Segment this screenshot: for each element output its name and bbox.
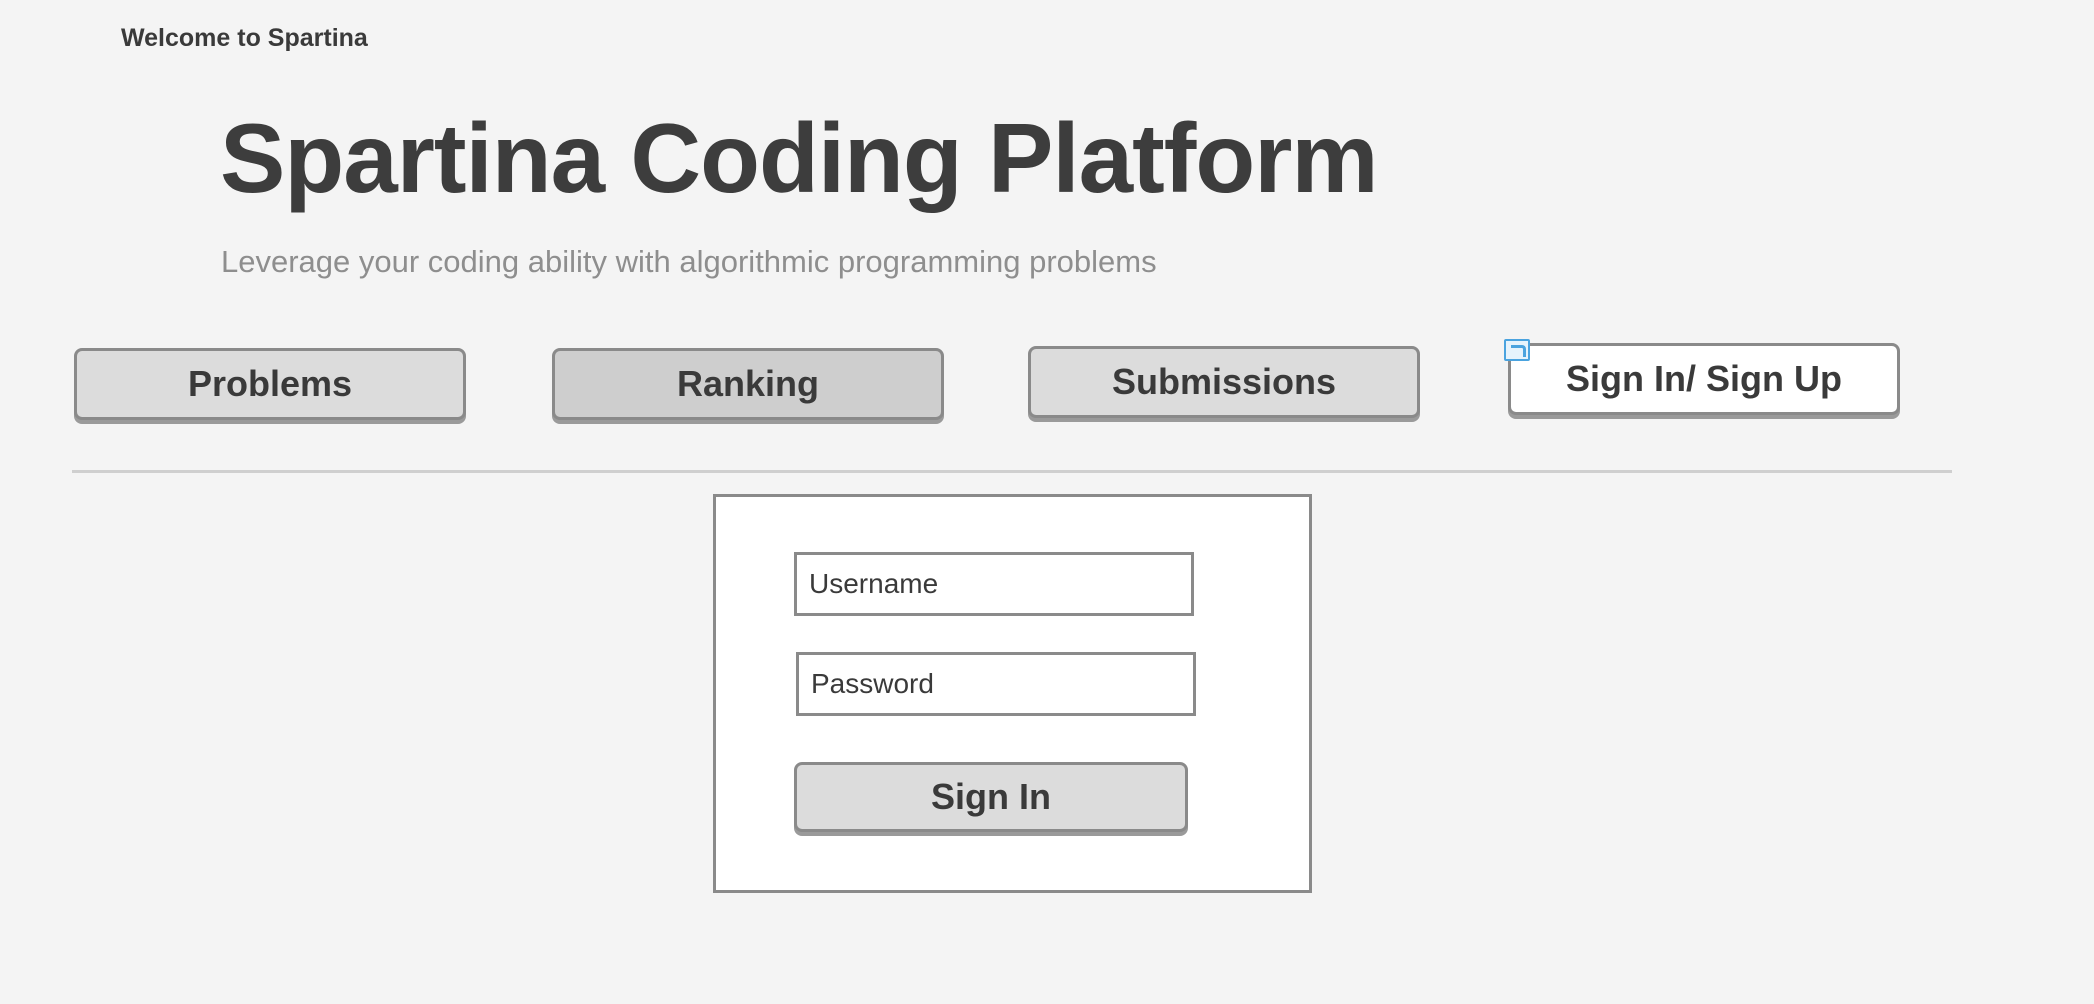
- problems-button[interactable]: Problems: [74, 348, 466, 420]
- page-title: Spartina Coding Platform: [220, 103, 1379, 213]
- login-panel: Sign In: [713, 494, 1312, 893]
- welcome-text: Welcome to Spartina: [121, 24, 368, 52]
- signin-signup-button[interactable]: Sign In/ Sign Up: [1508, 343, 1900, 415]
- ranking-button[interactable]: Ranking: [552, 348, 944, 420]
- divider: [72, 470, 1952, 473]
- submissions-button[interactable]: Submissions: [1028, 346, 1420, 418]
- password-field[interactable]: [796, 652, 1196, 716]
- link-icon: [1504, 339, 1530, 361]
- page-subtitle: Leverage your coding ability with algori…: [221, 244, 1157, 279]
- signin-button[interactable]: Sign In: [794, 762, 1188, 832]
- username-field[interactable]: [794, 552, 1194, 616]
